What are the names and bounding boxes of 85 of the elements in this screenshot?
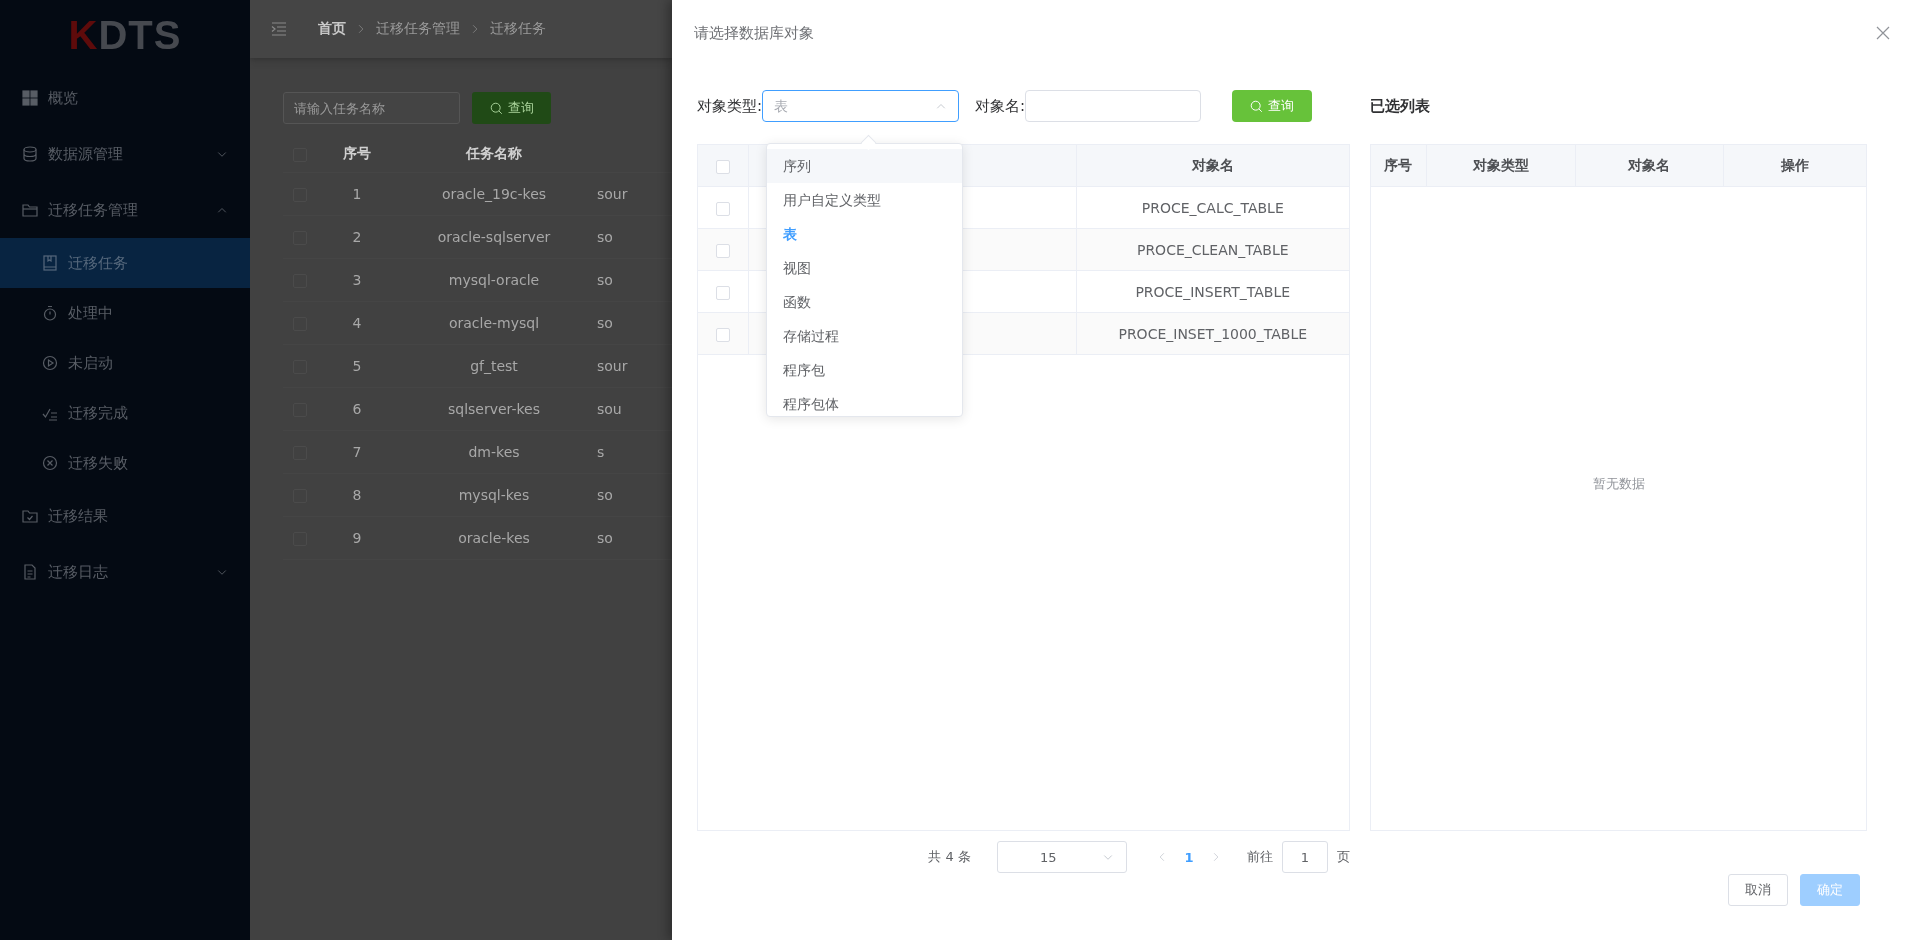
table-cell: oracle-mysql bbox=[397, 301, 591, 345]
dropdown-option[interactable]: 用户自定义类型 bbox=[767, 183, 962, 217]
table-cell: 1 bbox=[317, 172, 397, 216]
chevron-right-icon bbox=[356, 24, 366, 34]
goto-label: 前往 bbox=[1247, 848, 1273, 866]
table-cell: PROCE_INSET_1000_TABLE bbox=[1076, 312, 1349, 355]
folder-check-icon bbox=[22, 508, 38, 524]
column-header: 序号 bbox=[317, 136, 397, 173]
menu-item[interactable]: 概览 bbox=[0, 70, 250, 126]
breadcrumb-link[interactable]: 迁移任务 bbox=[490, 20, 546, 38]
input-field[interactable] bbox=[1025, 90, 1202, 122]
search-button[interactable]: 查询 bbox=[472, 92, 551, 124]
page-input[interactable]: 1 bbox=[1282, 841, 1328, 873]
column-header: 操作 bbox=[1723, 145, 1866, 187]
table-cell: 8 bbox=[317, 473, 397, 517]
chevron-left-icon bbox=[1157, 852, 1167, 862]
table-cell: sqlserver-kes bbox=[397, 387, 591, 431]
menu-item[interactable]: 迁移完成 bbox=[0, 388, 250, 438]
table-cell: mysql-oracle bbox=[397, 258, 591, 302]
table-cell: 7 bbox=[317, 430, 397, 474]
column-header: 对象类型 bbox=[1426, 145, 1575, 187]
page-suffix: 页 bbox=[1337, 848, 1350, 866]
column-header: 序号 bbox=[1371, 145, 1426, 187]
menu-item[interactable]: 迁移任务 bbox=[0, 238, 250, 288]
dropdown-option[interactable]: 序列 bbox=[767, 149, 962, 183]
database-icon bbox=[22, 146, 38, 162]
table-cell: 4 bbox=[317, 301, 397, 345]
document-icon bbox=[22, 564, 38, 580]
dropdown-option[interactable]: 表 bbox=[767, 217, 962, 251]
menu-item[interactable]: 迁移失败 bbox=[0, 438, 250, 488]
page-number[interactable]: 1 bbox=[1173, 849, 1205, 865]
menu-item[interactable]: 迁移结果 bbox=[0, 488, 250, 544]
logo: KDTS bbox=[68, 12, 182, 58]
table-cell: PROCE_CLEAN_TABLE bbox=[1076, 228, 1349, 271]
table-cell: mysql-kes bbox=[397, 473, 591, 517]
cancel-button[interactable]: 取消 bbox=[1728, 874, 1788, 906]
column-header: 任务名称 bbox=[397, 136, 591, 173]
table-cell: 2 bbox=[317, 215, 397, 259]
table-cell: 9 bbox=[317, 516, 397, 560]
panel-title: 已选列表 bbox=[1370, 95, 1431, 117]
dropdown-option[interactable]: 程序包 bbox=[767, 353, 962, 387]
chevron-right-icon bbox=[470, 24, 480, 34]
select-field[interactable]: 表 bbox=[762, 90, 960, 122]
menu-item[interactable]: 处理中 bbox=[0, 288, 250, 338]
stopwatch-icon bbox=[42, 305, 58, 321]
table-cell: dm-kes bbox=[397, 430, 591, 474]
dropdown-option[interactable]: 存储过程 bbox=[767, 319, 962, 353]
column-header: 对象名 bbox=[1076, 145, 1349, 187]
menu-item[interactable]: 数据源管理 bbox=[0, 126, 250, 182]
total-count: 共 4 条 bbox=[928, 848, 971, 866]
dropdown-option[interactable]: 函数 bbox=[767, 285, 962, 319]
field-label: 对象名: bbox=[975, 96, 1026, 116]
menu-item[interactable]: 未启动 bbox=[0, 338, 250, 388]
dropdown-option[interactable]: 视图 bbox=[767, 251, 962, 285]
table-cell: gf_test bbox=[397, 344, 591, 388]
table-cell: oracle-sqlserver bbox=[397, 215, 591, 259]
search-icon bbox=[489, 101, 503, 115]
chevron-right-icon bbox=[1211, 852, 1221, 862]
table-cell: 3 bbox=[317, 258, 397, 302]
dialog-title: 请选择数据库对象 bbox=[694, 23, 814, 43]
search-field[interactable]: 请输入任务名称 bbox=[283, 92, 460, 124]
breadcrumb-link[interactable]: 迁移任务管理 bbox=[376, 20, 460, 38]
empty-message: 暂无数据 bbox=[1591, 475, 1646, 493]
play-icon bbox=[42, 355, 58, 371]
grid-icon bbox=[22, 90, 38, 106]
page-size-select[interactable]: 15 bbox=[997, 841, 1127, 873]
book-icon bbox=[42, 255, 58, 271]
table-cell: 5 bbox=[317, 344, 397, 388]
menu-item[interactable]: 迁移任务管理 bbox=[0, 182, 250, 238]
close-icon bbox=[1875, 25, 1891, 41]
table-cell: PROCE_CALC_TABLE bbox=[1076, 186, 1349, 229]
field-label: 对象类型: bbox=[697, 96, 763, 116]
table-cell: 6 bbox=[317, 387, 397, 431]
column-header: 对象名 bbox=[1575, 145, 1723, 187]
search-icon bbox=[1250, 99, 1264, 113]
table-cell: oracle_19c-kes bbox=[397, 172, 591, 216]
breadcrumb-link[interactable]: 首页 bbox=[318, 20, 346, 38]
table-cell: oracle-kes bbox=[397, 516, 591, 560]
folder-icon bbox=[22, 202, 38, 218]
menu-icon bbox=[270, 21, 288, 37]
dropdown-option[interactable]: 程序包体 bbox=[767, 387, 962, 416]
search-button[interactable]: 查询 bbox=[1232, 90, 1313, 122]
table-cell: PROCE_INSERT_TABLE bbox=[1076, 270, 1349, 313]
menu-item[interactable]: 迁移日志 bbox=[0, 544, 250, 600]
cancel-icon bbox=[42, 455, 58, 471]
